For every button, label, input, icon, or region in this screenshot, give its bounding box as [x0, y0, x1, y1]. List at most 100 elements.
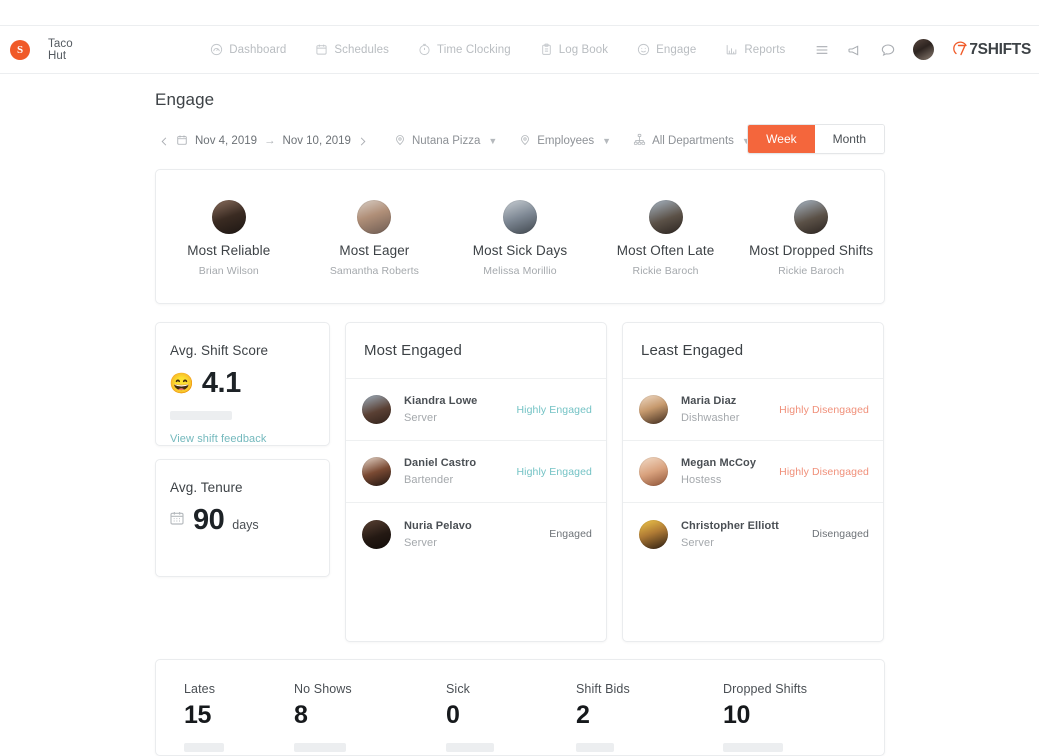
- award-most-eager[interactable]: Most Eager Samantha Roberts: [302, 200, 448, 277]
- date-range-picker[interactable]: Nov 4, 2019 → Nov 10, 2019: [176, 134, 351, 149]
- megaphone-icon[interactable]: [847, 42, 863, 58]
- calendar-icon: [169, 510, 185, 531]
- avatar: [648, 200, 683, 234]
- location-pin-icon: [519, 134, 531, 149]
- employee-role: Server: [681, 536, 714, 549]
- toggle-month-button[interactable]: Month: [814, 125, 884, 153]
- date-end-label: Nov 10, 2019: [282, 135, 351, 147]
- stat-sick: Sick 0: [446, 682, 576, 755]
- next-period-button[interactable]: [353, 136, 372, 147]
- nav-label: Engage: [656, 43, 697, 56]
- stat-label: Dropped Shifts: [723, 682, 808, 696]
- list-item[interactable]: Megan McCoy Hostess Highly Disengaged: [623, 441, 883, 503]
- chat-bubble-icon[interactable]: [880, 42, 896, 58]
- 7shifts-app-logo-icon[interactable]: S: [10, 39, 30, 60]
- company-name-label: Taco Hut: [48, 37, 73, 62]
- toggle-week-button[interactable]: Week: [748, 125, 815, 153]
- bar-chart-icon: [725, 43, 738, 56]
- view-shift-feedback-link[interactable]: View shift feedback: [156, 433, 329, 445]
- list-item[interactable]: Daniel Castro Bartender Highly Engaged: [346, 441, 606, 503]
- avatar: [362, 457, 391, 486]
- employee-name: Megan McCoy: [681, 457, 757, 469]
- award-most-often-late[interactable]: Most Often Late Rickie Baroch: [593, 200, 739, 277]
- hamburger-menu-icon[interactable]: [814, 42, 830, 58]
- employee-role: Dishwasher: [681, 412, 740, 424]
- chevron-down-icon: ▼: [488, 136, 498, 146]
- card-title: Avg. Tenure: [170, 480, 243, 495]
- nav-label: Dashboard: [229, 43, 287, 56]
- calendar-icon: [315, 43, 328, 56]
- avatar: [362, 519, 391, 549]
- award-title: Most Eager: [339, 243, 410, 258]
- location-filter[interactable]: Nutana Pizza ▼: [394, 134, 497, 149]
- stat-placeholder-bar: [446, 743, 494, 752]
- filter-bar: Nov 4, 2019 → Nov 10, 2019 Nutana Pizza …: [155, 124, 885, 156]
- nav-label: Schedules: [334, 43, 389, 56]
- nav-right-actions: 7SHIFTS: [814, 39, 1039, 60]
- stat-placeholder-bar: [576, 743, 614, 752]
- list-item[interactable]: Nuria Pelavo Server Engaged: [346, 503, 606, 565]
- tenure-value: 90: [193, 504, 225, 536]
- nav-item-schedules[interactable]: Schedules: [315, 43, 389, 56]
- user-avatar[interactable]: [913, 39, 935, 60]
- employees-filter[interactable]: Employees ▼: [519, 134, 611, 149]
- employee-name: Nuria Pelavo: [404, 519, 472, 532]
- stat-value: 8: [294, 701, 308, 729]
- award-employee-name: Brian Wilson: [198, 265, 259, 277]
- award-title: Most Reliable: [187, 243, 271, 258]
- avg-shift-score-card: Avg. Shift Score 😄 4.1 View shift feedba…: [155, 322, 330, 446]
- list-item[interactable]: Kiandra Lowe Server Highly Engaged: [346, 379, 606, 441]
- stat-value: 15: [184, 701, 212, 729]
- top-navigation-bar: S Taco Hut Dashboard Schedules Time Cloc…: [0, 25, 1039, 74]
- award-title: Most Often Late: [616, 243, 715, 258]
- chevron-down-icon: ▼: [602, 136, 612, 146]
- date-arrow-icon: →: [264, 135, 276, 147]
- stat-placeholder-bar: [294, 743, 346, 752]
- engagement-status-badge: Engaged: [549, 528, 592, 540]
- employee-name: Kiandra Lowe: [404, 395, 478, 407]
- engagement-status-badge: Highly Disengaged: [779, 403, 869, 416]
- location-filter-label: Nutana Pizza: [411, 135, 481, 147]
- calendar-icon: [176, 134, 188, 149]
- nav-item-dashboard[interactable]: Dashboard: [210, 43, 286, 56]
- list-item[interactable]: Maria Diaz Dishwasher Highly Disengaged: [623, 379, 883, 441]
- award-employee-name: Samantha Roberts: [329, 265, 419, 277]
- stat-value: 2: [576, 701, 590, 729]
- employee-role: Hostess: [681, 474, 722, 486]
- employee-info: Megan McCoy Hostess: [681, 457, 779, 486]
- most-engaged-card: Most Engaged Kiandra Lowe Server Highly …: [345, 322, 607, 642]
- nav-item-time-clocking[interactable]: Time Clocking: [418, 43, 511, 56]
- nav-item-reports[interactable]: Reports: [725, 43, 785, 56]
- award-title: Most Sick Days: [472, 243, 568, 258]
- award-employee-name: Rickie Baroch: [632, 265, 699, 277]
- award-most-sick-days[interactable]: Most Sick Days Melissa Morillio: [447, 200, 593, 277]
- main-nav-items: Dashboard Schedules Time Clocking Log Bo…: [210, 43, 814, 56]
- dashboard-icon: [210, 43, 223, 56]
- avatar: [502, 200, 537, 234]
- award-most-dropped-shifts[interactable]: Most Dropped Shifts Rickie Baroch: [738, 200, 884, 277]
- stat-value: 0: [446, 701, 460, 729]
- list-item[interactable]: Christopher Elliott Server Disengaged: [623, 503, 883, 565]
- employee-info: Christopher Elliott Server: [681, 520, 812, 549]
- previous-period-button[interactable]: [155, 136, 174, 147]
- engagement-status-badge: Highly Engaged: [516, 465, 592, 478]
- stats-row: Lates 15 No Shows 8 Sick 0 Shift Bids 2 …: [156, 660, 884, 755]
- award-most-reliable[interactable]: Most Reliable Brian Wilson: [156, 200, 302, 277]
- awards-card: Most Reliable Brian Wilson Most Eager Sa…: [155, 169, 885, 304]
- tenure-unit: days: [232, 518, 259, 532]
- avatar: [639, 395, 668, 424]
- avatar: [211, 200, 246, 234]
- employee-role: Server: [404, 536, 437, 549]
- employee-name: Daniel Castro: [404, 457, 477, 469]
- nav-label: Time Clocking: [437, 43, 511, 56]
- stat-value: 10: [723, 701, 751, 729]
- employee-name: Christopher Elliott: [681, 519, 779, 532]
- nav-item-log-book[interactable]: Log Book: [540, 43, 608, 56]
- bottom-stats-card: Lates 15 No Shows 8 Sick 0 Shift Bids 2 …: [155, 659, 885, 756]
- departments-filter[interactable]: All Departments ▼: [633, 133, 751, 149]
- logo-letter: S: [16, 43, 24, 56]
- org-chart-icon: [633, 133, 646, 149]
- nav-item-engage[interactable]: Engage: [637, 43, 696, 56]
- engagement-status-badge: Disengaged: [811, 528, 869, 540]
- smiling-emoji-icon: 😄: [169, 372, 194, 395]
